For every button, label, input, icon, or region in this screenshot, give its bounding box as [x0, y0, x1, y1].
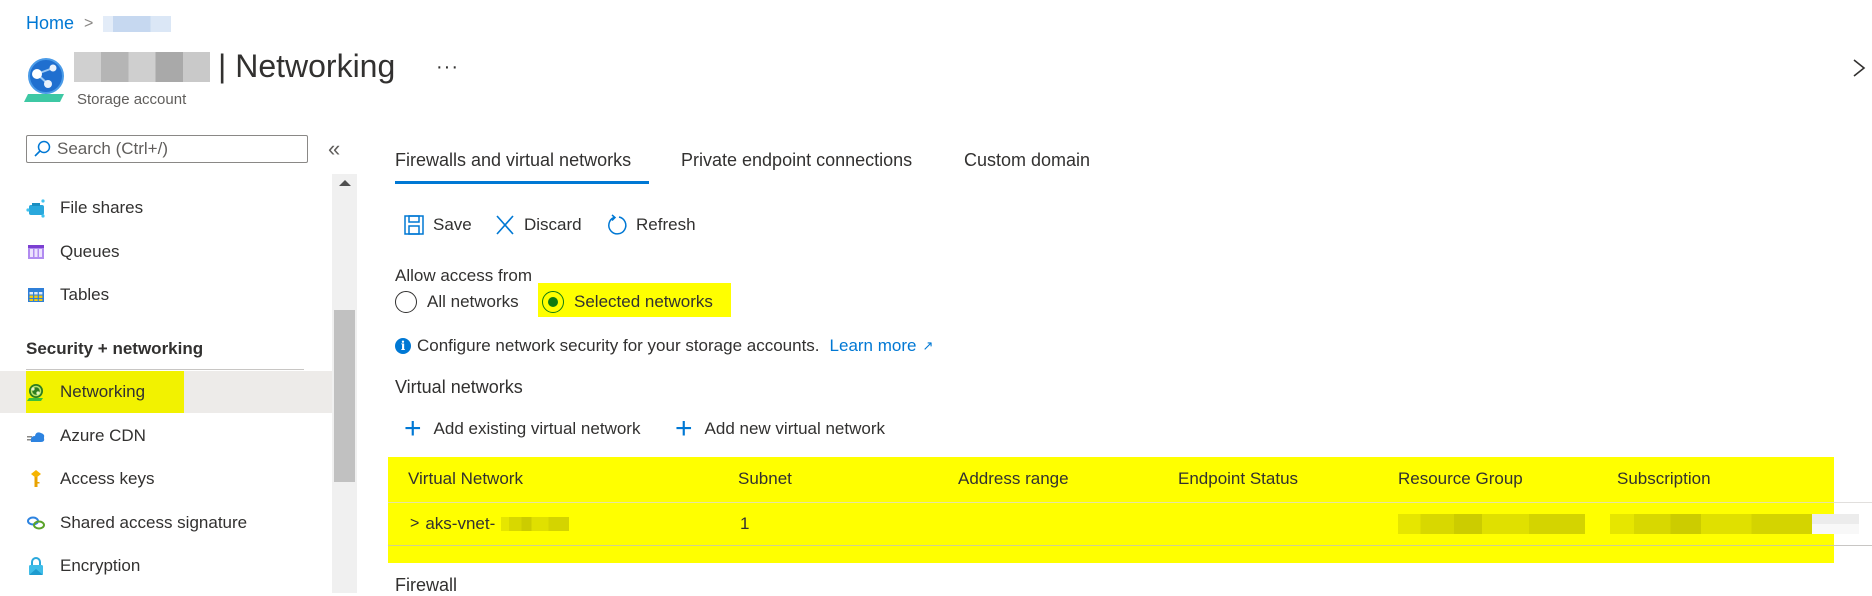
info-message: i Configure network security for your st… — [395, 336, 933, 356]
resource-type-label: Storage account — [77, 91, 187, 108]
search-input[interactable] — [57, 139, 297, 159]
expand-chevron-icon[interactable]: > — [410, 515, 419, 533]
vnet-name-redacted — [501, 517, 570, 531]
refresh-label: Refresh — [636, 215, 696, 234]
radio-checked-icon — [542, 291, 564, 313]
table-divider — [388, 545, 1872, 546]
lock-icon — [29, 557, 43, 575]
save-button[interactable]: Save — [403, 214, 472, 236]
add-existing-label: Add existing virtual network — [433, 419, 641, 438]
search-icon — [34, 140, 51, 157]
external-link-icon: ↗ — [922, 338, 934, 353]
sidebar-item-tables[interactable]: Tables — [0, 274, 332, 316]
sidebar-item-azure-cdn[interactable]: Azure CDN — [0, 415, 332, 457]
sidebar-item-access-keys[interactable]: Access keys — [0, 458, 332, 500]
breadcrumb-resource-redacted[interactable] — [103, 15, 172, 32]
plus-icon: + — [675, 412, 693, 445]
radio-label: Selected networks — [574, 292, 713, 311]
tab-custom-domain[interactable]: Custom domain — [964, 150, 1090, 171]
virtual-networks-heading: Virtual networks — [395, 377, 523, 397]
sidebar-item-label: File shares — [60, 198, 144, 217]
sidebar-item-label: Access keys — [60, 469, 155, 488]
cell-resource-group-redacted — [1398, 514, 1585, 534]
tab-firewalls-and-virtual-networks[interactable]: Firewalls and virtual networks — [395, 150, 631, 171]
radio-unchecked-icon — [395, 291, 417, 313]
cell-subscription-redacted-overflow — [1812, 514, 1859, 534]
sidebar-search[interactable] — [26, 135, 308, 163]
file-shares-icon — [26, 199, 45, 218]
sidebar-item-shared-access-signature[interactable]: Shared access signature — [0, 502, 332, 544]
page-title: | Networking — [74, 48, 395, 85]
sidebar-item-label: Queues — [60, 242, 120, 261]
column-header-endpoint-status[interactable]: Endpoint Status — [1178, 469, 1298, 489]
learn-more-link[interactable]: Learn more — [830, 336, 917, 356]
networking-icon — [27, 384, 43, 401]
queues-icon — [28, 245, 44, 259]
tab-private-endpoint-connections[interactable]: Private endpoint connections — [681, 150, 912, 171]
active-tab-indicator — [395, 181, 649, 184]
table-divider — [388, 502, 1872, 503]
refresh-icon — [608, 214, 627, 235]
sidebar-item-networking[interactable]: Networking — [0, 371, 332, 413]
scrollbar-thumb[interactable] — [334, 310, 355, 482]
cell-subscription-redacted — [1610, 514, 1812, 534]
column-header-subnet[interactable]: Subnet — [738, 469, 792, 489]
sidebar-item-label: Shared access signature — [60, 513, 248, 532]
cell-virtual-network: aks-vnet- — [425, 514, 496, 533]
column-header-virtual-network[interactable]: Virtual Network — [408, 469, 523, 489]
resource-name-redacted — [74, 51, 210, 82]
collapse-sidebar-button[interactable]: « — [328, 136, 340, 162]
radio-all-networks[interactable]: All networks — [395, 291, 519, 313]
discard-button[interactable]: Discard — [494, 214, 582, 236]
discard-icon — [496, 215, 514, 235]
sidebar-item-file-shares[interactable]: File shares — [0, 187, 332, 229]
plus-icon: + — [404, 412, 422, 445]
table-divider — [1834, 545, 1872, 546]
sidebar-item-label: Encryption — [60, 556, 141, 575]
scroll-up-arrow-icon[interactable] — [339, 180, 351, 186]
breadcrumb: Home > — [26, 13, 172, 34]
sidebar-item-label: Tables — [60, 285, 110, 304]
allow-access-label: Allow access from — [395, 266, 532, 285]
table-row[interactable]: > aks-vnet- — [410, 514, 570, 534]
breadcrumb-home[interactable]: Home — [26, 13, 74, 34]
column-header-address-range[interactable]: Address range — [958, 469, 1069, 489]
azure-cdn-icon — [27, 432, 45, 442]
sidebar-item-encryption[interactable]: Encryption — [0, 545, 332, 587]
info-text: Configure network security for your stor… — [417, 336, 820, 355]
discard-label: Discard — [524, 215, 582, 234]
more-options-button[interactable]: ··· — [436, 56, 459, 79]
close-button[interactable] — [1852, 56, 1866, 87]
add-new-virtual-network-button[interactable]: + Add new virtual network — [675, 412, 886, 445]
column-header-resource-group[interactable]: Resource Group — [1398, 469, 1523, 489]
tables-icon — [28, 288, 44, 302]
add-new-label: Add new virtual network — [704, 419, 886, 438]
info-icon: i — [395, 338, 411, 354]
radio-selected-networks[interactable]: Selected networks — [542, 291, 713, 313]
breadcrumb-separator: > — [84, 14, 94, 32]
add-existing-virtual-network-button[interactable]: + Add existing virtual network — [404, 412, 641, 445]
sidebar-item-label: Azure CDN — [60, 426, 146, 445]
cell-subnet: 1 — [740, 514, 750, 533]
sidebar-section-title: Security + networking — [26, 339, 204, 358]
refresh-button[interactable]: Refresh — [606, 214, 696, 236]
column-header-subscription[interactable]: Subscription — [1617, 469, 1711, 489]
section-divider — [26, 369, 304, 370]
sidebar-item-label: Networking — [60, 382, 146, 401]
close-icon — [1853, 59, 1866, 77]
page-title-text: | Networking — [218, 48, 396, 84]
storage-account-icon — [24, 58, 64, 102]
link-icon — [27, 516, 45, 530]
save-label: Save — [433, 215, 472, 234]
radio-label: All networks — [427, 292, 519, 311]
save-icon — [404, 215, 424, 235]
sidebar-item-queues[interactable]: Queues — [0, 231, 332, 273]
key-icon — [31, 470, 41, 487]
table-divider — [1834, 502, 1872, 503]
